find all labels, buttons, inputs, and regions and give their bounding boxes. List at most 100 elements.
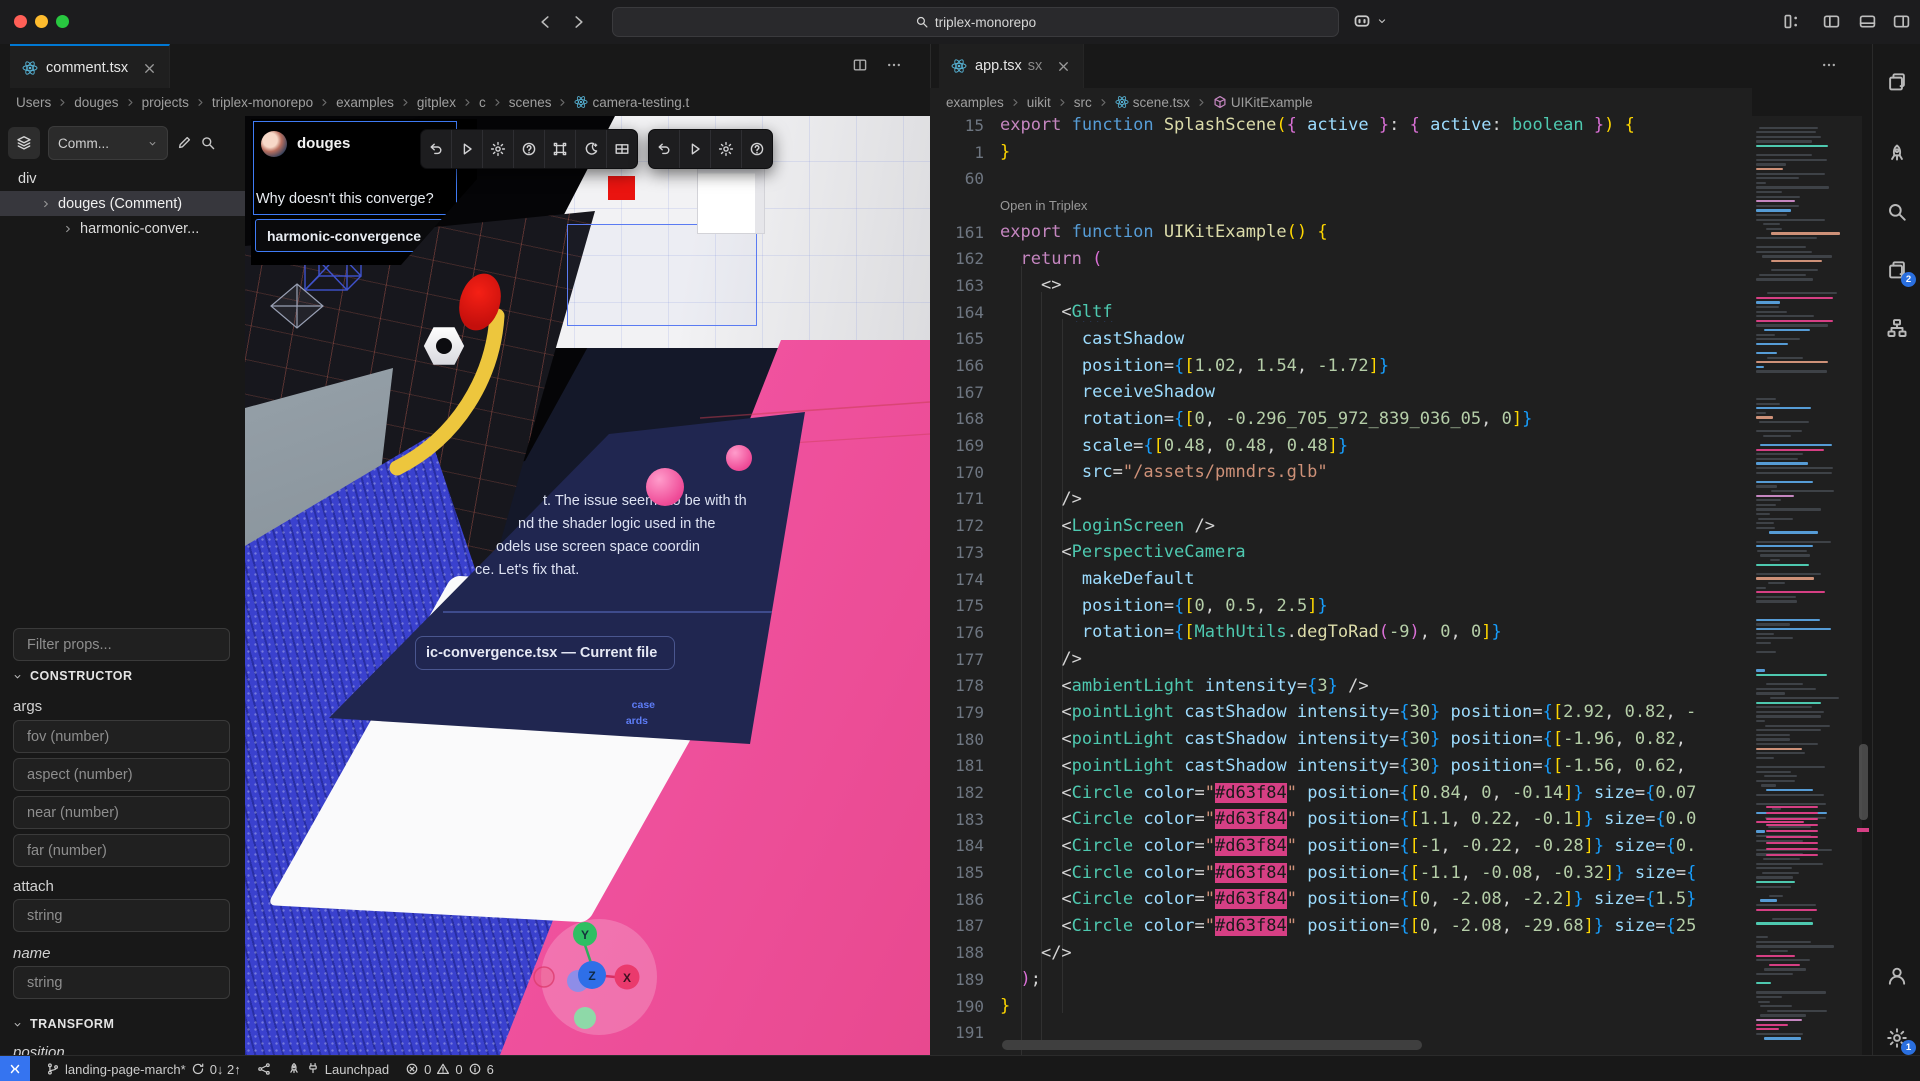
explorer-icon[interactable] <box>1885 70 1909 94</box>
arg-input-far[interactable] <box>13 834 230 867</box>
breadcrumb-item[interactable]: UIKitExample <box>1231 95 1313 110</box>
account-menu[interactable] <box>1352 11 1388 31</box>
code-row[interactable]: 175 position={[0, 0.5, 2.5]} <box>930 592 1752 619</box>
code-editor[interactable]: 15export function SplashScene({ active }… <box>930 116 1752 1055</box>
account-icon[interactable] <box>1885 964 1909 988</box>
axis-gizmo[interactable]: Y Z X <box>541 919 657 1035</box>
moon-icon[interactable] <box>575 130 606 168</box>
play-icon[interactable] <box>679 130 710 168</box>
code-row[interactable]: 176 rotation={[MathUtils.degToRad(-9), 0… <box>930 619 1752 646</box>
section-constructor[interactable]: CONSTRUCTOR <box>12 669 133 683</box>
section-transform[interactable]: TRANSFORM <box>12 1017 114 1031</box>
code-row[interactable]: 164 <Gltf <box>930 299 1752 326</box>
qmark-icon[interactable] <box>513 130 544 168</box>
breadcrumb-item[interactable]: scenes <box>509 95 552 110</box>
breadcrumb-item[interactable]: uikit <box>1027 95 1051 110</box>
gear-icon[interactable] <box>710 130 741 168</box>
code-row[interactable]: 180 <pointLight castShadow intensity={30… <box>930 726 1752 753</box>
code-row[interactable]: 177 /> <box>930 646 1752 673</box>
minimize-window-button[interactable] <box>35 15 48 28</box>
code-row[interactable]: 183 <Circle color="#d63f84" position={[1… <box>930 806 1752 833</box>
scene-viewport[interactable]: ic-convergence.tsx — Current file case a… <box>245 116 930 1055</box>
breadcrumb-item[interactable]: c <box>479 95 486 110</box>
close-icon[interactable] <box>142 61 157 76</box>
code-row[interactable]: 15export function SplashScene({ active }… <box>930 116 1752 139</box>
remote-indicator[interactable] <box>0 1056 30 1081</box>
breadcrumb-item[interactable]: projects <box>142 95 189 110</box>
back-icon[interactable] <box>536 13 554 31</box>
gear-icon[interactable] <box>482 130 513 168</box>
code-row[interactable]: 178 <ambientLight intensity={3} /> <box>930 672 1752 699</box>
toggle-panel-icon[interactable] <box>1858 12 1877 31</box>
search-icon[interactable] <box>1885 200 1909 224</box>
more-actions-icon[interactable] <box>1821 57 1837 73</box>
vertical-scrollbar[interactable] <box>1859 744 1868 820</box>
gridicon-icon[interactable] <box>606 130 637 168</box>
code-row[interactable]: 165 castShadow <box>930 326 1752 353</box>
code-row[interactable]: 171 /> <box>930 486 1752 513</box>
close-window-button[interactable] <box>14 15 27 28</box>
code-row[interactable]: 185 <Circle color="#d63f84" position={[-… <box>930 859 1752 886</box>
breadcrumb-item[interactable]: examples <box>336 95 394 110</box>
launchpad-status[interactable]: Launchpad <box>287 1062 389 1077</box>
code-row[interactable]: 162 return ( <box>930 245 1752 272</box>
help-icon[interactable] <box>741 130 772 168</box>
tab-comment-tsx[interactable]: comment.tsx <box>10 44 170 90</box>
current-file-chip[interactable]: ic-convergence.tsx — Current file <box>415 636 675 670</box>
close-icon[interactable] <box>1056 59 1071 74</box>
name-input[interactable] <box>13 966 230 999</box>
code-row[interactable]: 187 <Circle color="#d63f84" position={[0… <box>930 913 1752 940</box>
code-row[interactable]: 186 <Circle color="#d63f84" position={[0… <box>930 886 1752 913</box>
code-row[interactable]: 169 scale={[0.48, 0.48, 0.48]} <box>930 432 1752 459</box>
extensions-icon[interactable]: 2 <box>1885 258 1909 282</box>
code-row[interactable]: 167 receiveShadow <box>930 379 1752 406</box>
minimap[interactable] <box>1752 116 1862 1055</box>
code-row[interactable]: 189 ); <box>930 966 1752 993</box>
branch-status[interactable]: landing-page-march* 0↓ 2↑ <box>46 1062 241 1077</box>
component-selector[interactable]: Comm... <box>48 126 168 160</box>
split-editor-icon[interactable] <box>852 57 868 73</box>
code-row[interactable]: 172 <LoginScreen /> <box>930 512 1752 539</box>
components-icon[interactable] <box>1885 316 1909 340</box>
code-row[interactable]: 173 <PerspectiveCamera <box>930 539 1752 566</box>
code-row[interactable]: 174 makeDefault <box>930 566 1752 593</box>
code-row[interactable]: 182 <Circle color="#d63f84" position={[0… <box>930 779 1752 806</box>
arg-input-aspect[interactable] <box>13 758 230 791</box>
undo-icon[interactable] <box>649 130 679 168</box>
frame-icon[interactable] <box>544 130 575 168</box>
tree-item-div[interactable]: div <box>0 166 245 191</box>
breadcrumb-item[interactable]: Users <box>16 95 51 110</box>
arg-input-fov[interactable] <box>13 720 230 753</box>
more-actions-icon[interactable] <box>886 57 902 73</box>
horizontal-scrollbar[interactable] <box>1002 1040 1422 1050</box>
edit-icon[interactable] <box>176 135 192 151</box>
code-row[interactable]: 166 position={[1.02, 1.54, -1.72]} <box>930 352 1752 379</box>
arg-input-near[interactable] <box>13 796 230 829</box>
git-graph-action[interactable] <box>257 1062 271 1076</box>
code-row[interactable]: 188 </> <box>930 939 1752 966</box>
breadcrumb-item[interactable]: examples <box>946 95 1004 110</box>
maximize-window-button[interactable] <box>56 15 69 28</box>
filter-props-input[interactable] <box>13 628 230 661</box>
tab-app-tsx[interactable]: app.tsx sx <box>939 44 1084 88</box>
settings-icon[interactable]: 1 <box>1885 1026 1909 1050</box>
toggle-secondary-sidebar-icon[interactable] <box>1892 12 1911 31</box>
code-row[interactable]: 163 <> <box>930 272 1752 299</box>
customize-layout-icon[interactable] <box>1782 12 1801 31</box>
undo-icon[interactable] <box>421 130 451 168</box>
code-row[interactable]: 170 src="/assets/pmndrs.glb" <box>930 459 1752 486</box>
code-row[interactable]: Open in Triplex <box>930 192 1752 219</box>
forward-icon[interactable] <box>570 13 588 31</box>
breadcrumb-item[interactable]: camera-testing.t <box>592 95 689 110</box>
problems-status[interactable]: 0 0 6 <box>405 1062 494 1077</box>
code-row[interactable]: 184 <Circle color="#d63f84" position={[-… <box>930 833 1752 860</box>
breadcrumb-item[interactable]: gitplex <box>417 95 456 110</box>
code-row[interactable]: 181 <pointLight castShadow intensity={30… <box>930 753 1752 780</box>
layers-icon[interactable] <box>8 127 40 159</box>
code-row[interactable]: 168 rotation={[0, -0.296_705_972_839_036… <box>930 406 1752 433</box>
breadcrumb-item[interactable]: src <box>1074 95 1092 110</box>
code-lens[interactable]: Open in Triplex <box>1000 198 1087 213</box>
breadcrumb-item[interactable]: triplex-monorepo <box>212 95 313 110</box>
tree-item-harmonic-conver-[interactable]: harmonic-conver... <box>0 216 245 241</box>
code-row[interactable]: 190} <box>930 993 1752 1020</box>
